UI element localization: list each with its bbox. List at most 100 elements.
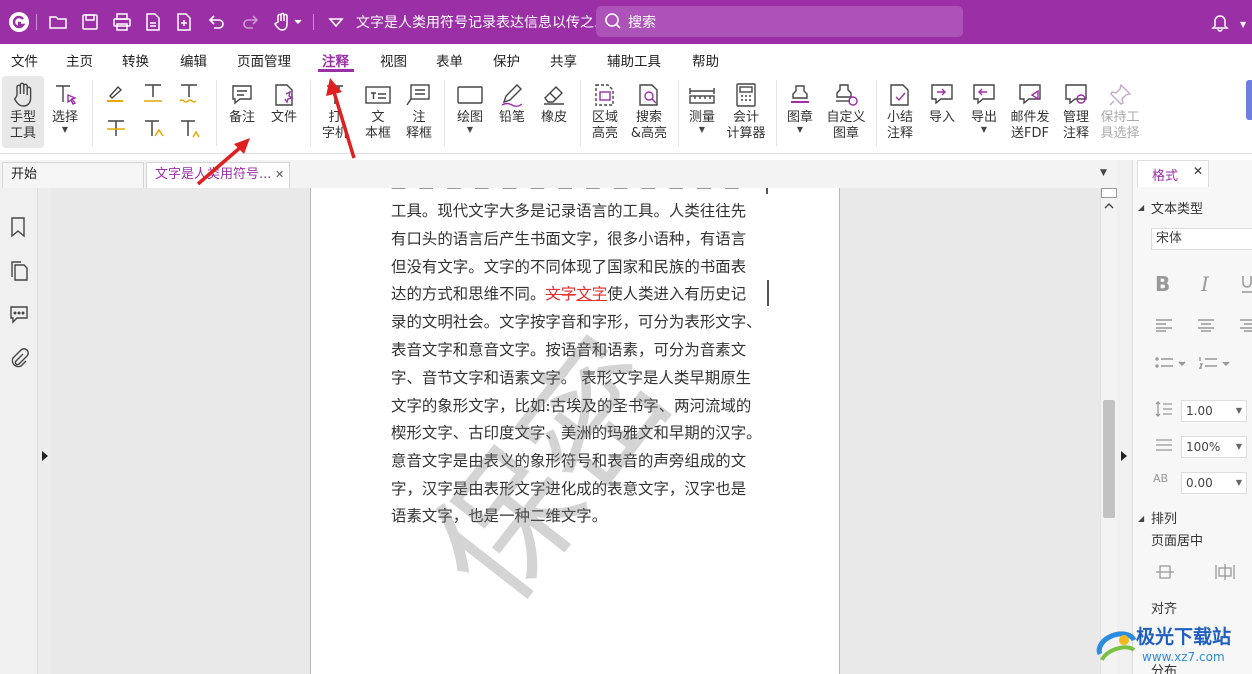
active-menu-underline bbox=[318, 69, 354, 72]
print-icon[interactable] bbox=[112, 12, 132, 32]
custom-stamp-icon bbox=[836, 84, 858, 106]
strikeout-annotation[interactable]: 文字 bbox=[545, 285, 576, 303]
scroll-up-icon[interactable] bbox=[1104, 202, 1114, 210]
scrollbar-thumb[interactable] bbox=[1103, 400, 1115, 518]
custom-stamp-button[interactable]: 自定义 图章 bbox=[824, 76, 868, 142]
align-center-icon[interactable] bbox=[1197, 318, 1215, 332]
tab-close-icon[interactable]: ✕ bbox=[275, 163, 284, 187]
export-label: 导出 bbox=[970, 110, 997, 125]
scale-select[interactable]: 100% ▼ bbox=[1181, 436, 1247, 458]
menu-home[interactable]: 主页 bbox=[66, 50, 93, 70]
page-thumbnails-icon[interactable] bbox=[9, 260, 29, 282]
char-spacing-select[interactable]: 0.00 ▼ bbox=[1181, 472, 1247, 494]
hand-tool-button[interactable]: 手型 工具 bbox=[2, 76, 44, 148]
save-icon[interactable] bbox=[80, 12, 100, 32]
export-dropdown-icon[interactable]: ▼ bbox=[966, 126, 1002, 134]
textbox-button[interactable]: 文 本框 bbox=[361, 76, 395, 142]
menu-protect[interactable]: 保护 bbox=[493, 50, 520, 70]
highlight-text-icon[interactable] bbox=[104, 82, 128, 104]
expand-left-panel-icon[interactable] bbox=[41, 450, 49, 462]
format-panel-close-icon[interactable]: ✕ bbox=[1193, 164, 1203, 178]
menu-share[interactable]: 共享 bbox=[550, 50, 577, 70]
pencil-button[interactable]: 铅笔 bbox=[494, 76, 530, 126]
search-box[interactable]: 搜索 bbox=[596, 6, 963, 37]
insert-text-annotation[interactable]: 文字 bbox=[576, 285, 607, 303]
expand-right-panel-icon[interactable] bbox=[1120, 450, 1128, 462]
squiggly-text-icon[interactable] bbox=[177, 82, 201, 104]
title-bar: 文字是人类用符号记录表达信息以传之... 搜索 ▼ bbox=[0, 0, 1252, 44]
search-icon bbox=[604, 12, 622, 30]
select-button[interactable]: 选择 ▼ bbox=[48, 76, 82, 134]
arrange-label: 排列 bbox=[1151, 512, 1178, 527]
summary-comments-button[interactable]: 小结 注释 bbox=[882, 76, 918, 142]
import-button[interactable]: 导入 bbox=[924, 76, 960, 126]
search-highlight-button[interactable]: 搜索 &高亮 bbox=[628, 76, 670, 142]
align-left-icon[interactable] bbox=[1155, 318, 1173, 332]
quick-access-dropdown-icon[interactable] bbox=[326, 12, 346, 32]
draw-button[interactable]: 绘图 ▼ bbox=[452, 76, 488, 134]
new-from-file-icon[interactable] bbox=[143, 12, 163, 32]
menu-view[interactable]: 视图 bbox=[380, 50, 407, 70]
calculator-icon bbox=[736, 83, 756, 107]
file-attach-button[interactable]: 文件 bbox=[266, 76, 302, 126]
underline-format-icon[interactable] bbox=[1241, 274, 1252, 294]
open-folder-icon[interactable] bbox=[48, 12, 68, 32]
menu-help[interactable]: 帮助 bbox=[692, 50, 719, 70]
tab-list-dropdown-icon[interactable]: ▼ bbox=[1100, 168, 1107, 178]
new-document-icon[interactable] bbox=[174, 12, 194, 32]
note-button[interactable]: 备注 bbox=[224, 76, 260, 126]
callout-icon bbox=[406, 84, 430, 106]
menu-assist-tools[interactable]: 辅助工具 bbox=[607, 50, 661, 70]
redo-icon[interactable] bbox=[240, 12, 260, 32]
accounting-calc-label-2: 计算器 bbox=[726, 126, 766, 141]
draw-dropdown-icon[interactable]: ▼ bbox=[452, 126, 488, 134]
email-fdf-button[interactable]: 邮件发 送FDF bbox=[1008, 76, 1052, 142]
callout-button[interactable]: 注 释框 bbox=[402, 76, 436, 142]
replace-text-icon[interactable] bbox=[141, 118, 165, 140]
menu-comment[interactable]: 注释 bbox=[322, 50, 349, 70]
keep-tool-selected-button[interactable]: 保持工 具选择 bbox=[1098, 76, 1142, 142]
hand-dropdown-icon[interactable] bbox=[272, 12, 304, 32]
attachment-paperclip-icon[interactable] bbox=[9, 348, 29, 370]
center-horizontal-icon[interactable] bbox=[1215, 563, 1235, 581]
manage-comments-button[interactable]: 管理 注释 bbox=[1056, 76, 1096, 142]
menu-file[interactable]: 文件 bbox=[11, 50, 38, 70]
font-select[interactable]: 宋体 bbox=[1151, 228, 1252, 250]
measure-dropdown-icon[interactable]: ▼ bbox=[686, 126, 718, 134]
bell-dropdown-icon[interactable]: ▼ bbox=[1240, 20, 1246, 29]
export-button[interactable]: 导出 ▼ bbox=[966, 76, 1002, 134]
italic-icon[interactable]: I bbox=[1201, 272, 1209, 296]
menu-form[interactable]: 表单 bbox=[436, 50, 463, 70]
underline-text-icon[interactable] bbox=[141, 82, 165, 104]
stamp-button[interactable]: 图章 ▼ bbox=[784, 76, 816, 134]
hand-tool-label-2: 工具 bbox=[9, 126, 36, 141]
numbered-list-icon[interactable] bbox=[1199, 356, 1233, 370]
accounting-calculator-button[interactable]: 会计 计算器 bbox=[724, 76, 768, 142]
menu-convert[interactable]: 转换 bbox=[122, 50, 149, 70]
align-right-icon[interactable] bbox=[1239, 318, 1252, 332]
bullet-list-icon[interactable] bbox=[1155, 356, 1189, 370]
menu-edit[interactable]: 编辑 bbox=[180, 50, 207, 70]
tab-start[interactable]: 开始 bbox=[2, 162, 144, 188]
eraser-button[interactable]: 橡皮 bbox=[536, 76, 572, 126]
menu-page-manage[interactable]: 页面管理 bbox=[237, 50, 291, 70]
measure-button[interactable]: 测量 ▼ bbox=[686, 76, 718, 134]
select-dropdown-icon[interactable]: ▼ bbox=[48, 126, 82, 134]
arrange-collapse-icon[interactable]: ◢ bbox=[1138, 514, 1144, 523]
left-navigation-panel bbox=[0, 188, 38, 674]
side-panel-handle[interactable] bbox=[1246, 80, 1252, 120]
page-center-label: 页面居中 bbox=[1151, 534, 1204, 549]
bell-icon[interactable] bbox=[1210, 12, 1230, 32]
area-highlight-button[interactable]: 区域 高亮 bbox=[588, 76, 622, 142]
watermark-text: 保密 bbox=[402, 311, 704, 633]
vertical-scrollbar[interactable] bbox=[1100, 188, 1117, 674]
bookmark-icon[interactable] bbox=[9, 216, 27, 238]
center-vertical-icon[interactable] bbox=[1155, 563, 1175, 581]
comments-panel-icon[interactable] bbox=[8, 304, 30, 324]
text-type-collapse-icon[interactable]: ◢ bbox=[1138, 203, 1144, 212]
strikeout-text-icon[interactable] bbox=[104, 118, 128, 140]
line-spacing-select[interactable]: 1.00 ▼ bbox=[1181, 400, 1247, 422]
undo-icon[interactable] bbox=[207, 12, 227, 32]
stamp-dropdown-icon[interactable]: ▼ bbox=[784, 126, 816, 134]
bold-icon[interactable]: B bbox=[1155, 272, 1170, 296]
